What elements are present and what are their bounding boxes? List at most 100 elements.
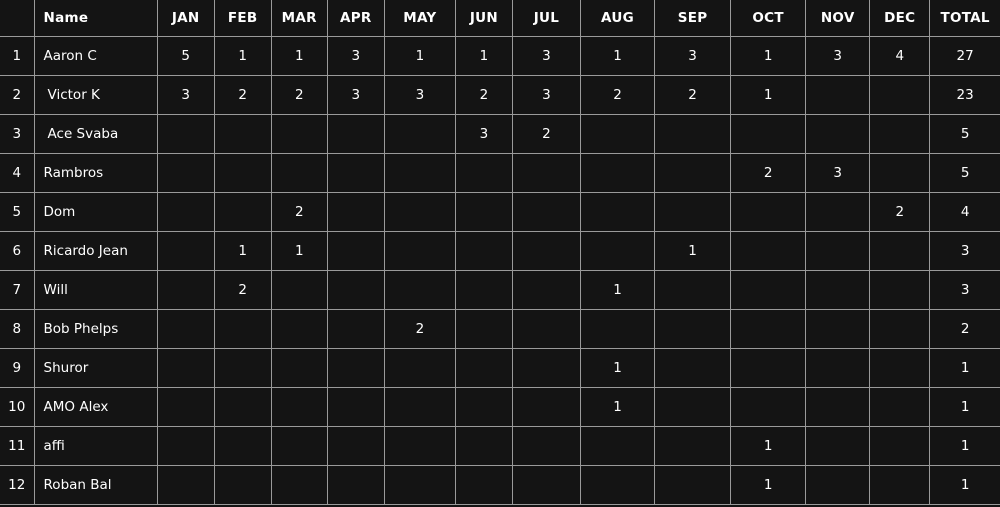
row-player-name: Victor K <box>34 75 158 115</box>
row-score-jun <box>455 387 513 427</box>
row-score-jun: 2 <box>455 75 513 115</box>
table-row[interactable]: 1 Aaron C 5 1 1 3 1 1 3 1 3 1 3 4 27 <box>0 36 1000 76</box>
table-row[interactable]: 8 Bob Phelps 2 2 <box>0 309 1000 349</box>
table-row[interactable]: 2 Victor K 3 2 2 3 3 2 3 2 2 1 23 <box>0 75 1000 115</box>
row-score-oct <box>730 192 807 232</box>
row-score-nov <box>805 231 871 271</box>
column-header-may[interactable]: MAY <box>384 0 456 37</box>
row-total-score: 4 <box>929 192 1000 232</box>
row-rank: 8 <box>0 309 35 349</box>
row-score-mar <box>271 114 328 154</box>
row-score-mar: 2 <box>271 192 328 232</box>
table-row[interactable]: 5 Dom 2 2 4 <box>0 192 1000 232</box>
row-score-dec: 4 <box>869 36 931 76</box>
row-score-jul <box>512 348 582 388</box>
column-header-apr[interactable]: APR <box>327 0 385 37</box>
row-total-score: 27 <box>929 36 1000 76</box>
row-total-score: 5 <box>929 114 1000 154</box>
table-row[interactable]: 7 Will 2 1 3 <box>0 270 1000 310</box>
column-header-rank[interactable] <box>0 0 35 37</box>
row-score-feb: 2 <box>214 270 272 310</box>
table-row[interactable]: 3 Ace Svaba 3 2 5 <box>0 114 1000 154</box>
column-header-total[interactable]: TOTAL <box>929 0 1000 37</box>
row-total-score: 3 <box>929 270 1000 310</box>
row-score-feb: 2 <box>214 75 272 115</box>
table-row[interactable]: 12 Roban Bal 1 1 <box>0 465 1000 505</box>
row-score-jun: 3 <box>455 114 513 154</box>
row-score-jun <box>455 192 513 232</box>
row-score-jun <box>455 270 513 310</box>
row-rank: 6 <box>0 231 35 271</box>
row-player-name: Bob Phelps <box>34 309 158 349</box>
row-score-nov <box>805 465 871 505</box>
column-header-nov[interactable]: NOV <box>805 0 871 37</box>
row-score-jun <box>455 153 513 193</box>
row-score-apr <box>327 153 385 193</box>
row-score-aug <box>580 153 656 193</box>
row-rank: 5 <box>0 192 35 232</box>
row-score-jan: 3 <box>157 75 215 115</box>
row-score-mar <box>271 153 328 193</box>
column-header-sep[interactable]: SEP <box>654 0 732 37</box>
row-score-may: 2 <box>384 309 456 349</box>
row-total-score: 5 <box>929 153 1000 193</box>
row-score-feb <box>214 348 272 388</box>
row-score-may: 1 <box>384 36 456 76</box>
row-score-dec <box>869 114 931 154</box>
column-header-jun[interactable]: JUN <box>455 0 513 37</box>
row-rank: 4 <box>0 153 35 193</box>
row-score-oct: 2 <box>730 153 807 193</box>
column-header-jan[interactable]: JAN <box>157 0 215 37</box>
row-rank: 9 <box>0 348 35 388</box>
row-score-aug <box>580 309 656 349</box>
row-rank: 2 <box>0 75 35 115</box>
row-score-dec <box>869 153 931 193</box>
table-row[interactable]: 10 AMO Alex 1 1 <box>0 387 1000 427</box>
table-row[interactable]: 11 affi 1 1 <box>0 426 1000 466</box>
row-score-nov <box>805 387 871 427</box>
row-score-oct: 1 <box>730 426 807 466</box>
row-score-feb: 1 <box>214 231 272 271</box>
row-score-oct <box>730 270 807 310</box>
table-row[interactable]: 6 Ricardo Jean 1 1 1 3 <box>0 231 1000 271</box>
row-score-oct <box>730 348 807 388</box>
row-score-jan <box>157 270 215 310</box>
row-score-mar: 1 <box>271 231 328 271</box>
row-rank: 7 <box>0 270 35 310</box>
column-header-jul[interactable]: JUL <box>512 0 582 37</box>
row-total-score: 1 <box>929 387 1000 427</box>
row-score-may <box>384 465 456 505</box>
row-score-feb <box>214 153 272 193</box>
row-score-dec <box>869 231 931 271</box>
row-rank: 12 <box>0 465 35 505</box>
row-score-feb <box>214 465 272 505</box>
row-score-apr <box>327 270 385 310</box>
table-row[interactable]: 4 Rambros 2 3 5 <box>0 153 1000 193</box>
row-score-jan <box>157 114 215 154</box>
column-header-mar[interactable]: MAR <box>271 0 328 37</box>
row-player-name: Will <box>34 270 158 310</box>
row-score-may <box>384 387 456 427</box>
row-score-apr <box>327 231 385 271</box>
column-header-feb[interactable]: FEB <box>214 0 272 37</box>
row-score-feb <box>214 309 272 349</box>
monthly-score-leaderboard-table: Name JAN FEB MAR APR MAY JUN JUL AUG SEP OCT NOV DEC… <box>0 0 1000 505</box>
row-score-dec <box>869 309 931 349</box>
row-score-jul <box>512 465 582 505</box>
table-row[interactable]: 9 Shuror 1 1 <box>0 348 1000 388</box>
row-score-sep <box>654 387 732 427</box>
row-score-sep <box>654 192 732 232</box>
row-score-apr <box>327 309 385 349</box>
row-rank: 3 <box>0 114 35 154</box>
row-player-name: Ace Svaba <box>34 114 158 154</box>
row-rank: 1 <box>0 36 35 76</box>
row-score-aug <box>580 192 656 232</box>
row-score-jul: 3 <box>512 36 582 76</box>
column-header-dec[interactable]: DEC <box>869 0 931 37</box>
column-header-aug[interactable]: AUG <box>580 0 656 37</box>
row-score-sep <box>654 270 732 310</box>
row-score-may <box>384 153 456 193</box>
column-header-name[interactable]: Name <box>34 0 158 37</box>
column-header-oct[interactable]: OCT <box>730 0 807 37</box>
row-score-jan <box>157 387 215 427</box>
